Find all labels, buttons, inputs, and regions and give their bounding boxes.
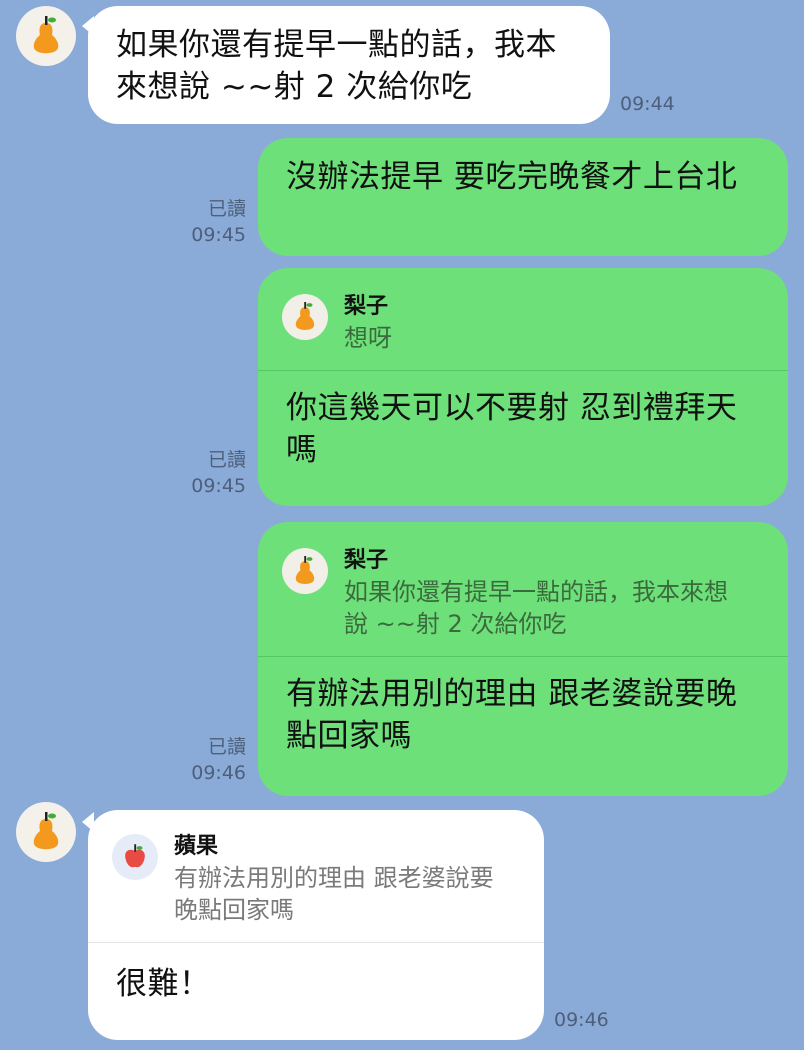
contact-avatar[interactable] [16, 802, 76, 862]
quoted-message[interactable]: 蘋果 有辦法用別的理由 跟老婆說要晚點回家嗎 [88, 810, 544, 926]
message-text: 有辦法用別的理由 跟老婆說要晚點回家嗎 [286, 676, 738, 754]
reply-bubble-4[interactable]: 梨子 如果你還有提早一點的話，我本來想說 ~~射 2 次給你吃 有辦法用別的理由… [258, 522, 788, 796]
quoted-avatar [282, 548, 328, 594]
quoted-text: 想呀 [344, 324, 392, 352]
pear-icon [33, 812, 59, 850]
quoted-message[interactable]: 梨子 如果你還有提早一點的話，我本來想說 ~~射 2 次給你吃 [258, 522, 788, 640]
message-time: 09:45 [191, 224, 246, 246]
message-time: 09:46 [554, 1009, 609, 1031]
quoted-avatar [282, 294, 328, 340]
reply-bubble-3[interactable]: 梨子 想呀 你這幾天可以不要射 忍到禮拜天嗎 [258, 268, 788, 506]
read-status: 已讀 [207, 198, 246, 220]
apple-icon [125, 844, 145, 868]
message-text: 沒辦法提早 要吃完晚餐才上台北 [286, 159, 738, 195]
contact-avatar[interactable] [16, 6, 76, 66]
message-text: 很難！ [116, 966, 211, 1002]
pear-icon [33, 16, 59, 54]
quoted-sender: 梨子 [344, 548, 389, 573]
message-bubble-1[interactable]: 如果你還有提早一點的話，我本來想說 ~~射 2 次給你吃 [88, 6, 610, 124]
quoted-sender: 梨子 [344, 294, 389, 319]
message-time: 09:46 [191, 762, 246, 784]
message-time: 09:44 [620, 93, 675, 115]
quoted-avatar [112, 834, 158, 880]
pear-icon [295, 556, 315, 584]
pear-icon [295, 302, 315, 330]
quoted-text: 如果你還有提早一點的話，我本來想說 ~~射 2 次給你吃 [344, 578, 728, 638]
message-text: 如果你還有提早一點的話，我本來想說 ~~射 2 次給你吃 [116, 27, 557, 105]
quoted-text: 有辦法用別的理由 跟老婆說要晚點回家嗎 [174, 864, 494, 924]
message-bubble-2[interactable]: 沒辦法提早 要吃完晚餐才上台北 [258, 138, 788, 256]
read-status: 已讀 [207, 736, 246, 758]
message-time: 09:45 [191, 475, 246, 497]
quoted-message[interactable]: 梨子 想呀 [258, 268, 788, 354]
reply-bubble-5[interactable]: 蘋果 有辦法用別的理由 跟老婆說要晚點回家嗎 很難！ [88, 810, 544, 1040]
quoted-sender: 蘋果 [174, 834, 219, 859]
message-text: 你這幾天可以不要射 忍到禮拜天嗎 [286, 390, 738, 468]
read-status: 已讀 [207, 449, 246, 471]
